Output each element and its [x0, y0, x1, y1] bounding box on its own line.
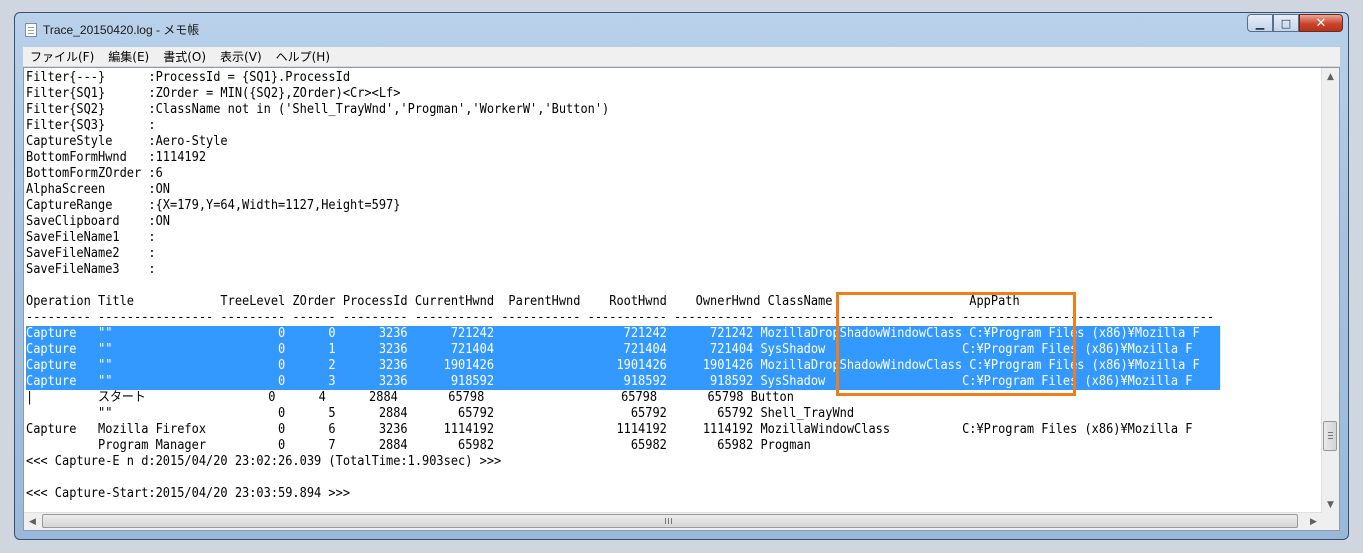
- line-text: CaptureStyle :Aero-Style: [26, 134, 228, 149]
- line-text: Capture Mozilla Firefox 0 6 3236 1114192…: [26, 422, 1193, 437]
- horizontal-scrollbar[interactable]: ◀ ▶: [24, 512, 1322, 530]
- text-line: Filter{SQ1} :ZOrder = MIN({SQ2},ZOrder)<…: [26, 86, 1214, 102]
- text-line: Filter{SQ2} :ClassName not in ('Shell_Tr…: [26, 102, 1214, 118]
- title-bar[interactable]: Trace_20150420.log - メモ帳 ▁ □ ✕: [15, 13, 1348, 47]
- line-text: [26, 470, 33, 485]
- text-line: Filter{SQ3} :: [26, 118, 1214, 134]
- menu-help[interactable]: ヘルプ(H): [269, 48, 337, 65]
- line-text: <<< Capture-E n d:2015/04/20 23:02:26.03…: [26, 454, 502, 469]
- text-line: Capture "" 0 1 3236 721404 721404 721404…: [26, 342, 1221, 358]
- line-text: Program Manager 0 7 2884 65982 65982 659…: [26, 438, 811, 453]
- text-line: Capture "" 0 0 3236 721242 721242 721242…: [26, 326, 1221, 342]
- line-text: Filter{SQ1} :ZOrder = MIN({SQ2},ZOrder)<…: [26, 86, 401, 101]
- text-line: Capture "" 0 3 3236 918592 918592 918592…: [26, 374, 1221, 390]
- menu-view[interactable]: 表示(V): [213, 48, 269, 65]
- text-line: AlphaScreen :ON: [26, 182, 1214, 198]
- line-text: Filter{SQ3} :: [26, 118, 156, 133]
- line-text: Capture "" 0 2 3236 1901426 1901426 1901…: [26, 358, 1200, 373]
- horizontal-scroll-thumb[interactable]: [42, 514, 1298, 528]
- menu-bar: ファイル(F) 編集(E) 書式(O) 表示(V) ヘルプ(H): [23, 47, 1340, 67]
- text-line: [26, 470, 1214, 486]
- maximize-button[interactable]: □: [1273, 14, 1299, 32]
- text-line: [26, 278, 1214, 294]
- line-text: AlphaScreen :ON: [26, 182, 171, 197]
- line-text: CaptureRange :{X=179,Y=64,Width=1127,Hei…: [26, 198, 401, 213]
- line-text: "" 0 5 2884 65792 65792 65792 Shell_Tray…: [26, 406, 855, 421]
- text-line: CaptureStyle :Aero-Style: [26, 134, 1214, 150]
- line-text: SaveClipboard :ON: [26, 214, 171, 229]
- text-line: SaveFileName1 :: [26, 230, 1214, 246]
- text-line: CaptureRange :{X=179,Y=64,Width=1127,Hei…: [26, 198, 1214, 214]
- menu-edit[interactable]: 編集(E): [101, 48, 156, 65]
- text-line: BottomFormZOrder :6: [26, 166, 1214, 182]
- line-text: [26, 278, 33, 293]
- text-line: Program Manager 0 7 2884 65982 65982 659…: [26, 438, 1214, 454]
- text-line: Capture Mozilla Firefox 0 6 3236 1114192…: [26, 422, 1214, 438]
- text-line: Capture "" 0 2 3236 1901426 1901426 1901…: [26, 358, 1221, 374]
- text-line: | スタート 0 4 2884 65798 65798 65798 Button: [26, 390, 1214, 406]
- line-text: SaveFileName2 :: [26, 246, 156, 261]
- scrollbar-corner: [1322, 513, 1339, 530]
- line-text: Capture "" 0 0 3236 721242 721242 721242…: [26, 326, 1200, 341]
- line-text: Filter{SQ2} :ClassName not in ('Shell_Tr…: [26, 102, 610, 117]
- line-text: SaveFileName1 :: [26, 230, 156, 245]
- line-text: BottomFormZOrder :6: [26, 166, 163, 181]
- line-text: SaveFileName3 :: [26, 262, 156, 277]
- notepad-icon: [25, 23, 37, 37]
- text-line: BottomFormHwnd :1114192: [26, 150, 1214, 166]
- line-text: --------- ---------------- --------- ---…: [26, 310, 1215, 325]
- text-line: --------- ---------------- --------- ---…: [26, 310, 1214, 326]
- line-text: Operation Title TreeLevel ZOrder Process…: [26, 294, 1020, 309]
- text-line: "" 0 5 2884 65792 65792 65792 Shell_Tray…: [26, 406, 1214, 422]
- text-line: <<< Capture-E n d:2015/04/20 23:02:26.03…: [26, 454, 1214, 470]
- scroll-up-arrow-icon[interactable]: ▲: [1322, 68, 1339, 85]
- menu-file[interactable]: ファイル(F): [23, 48, 101, 65]
- line-text: | スタート 0 4 2884 65798 65798 65798 Button: [26, 390, 794, 405]
- text-editor[interactable]: Filter{---} :ProcessId = {SQ1}.ProcessId…: [24, 68, 1322, 513]
- minimize-button[interactable]: ▁: [1247, 14, 1273, 32]
- text-line: SaveFileName2 :: [26, 246, 1214, 262]
- text-line: SaveFileName3 :: [26, 262, 1214, 278]
- text-line: <<< Capture-Start:2015/04/20 23:03:59.89…: [26, 486, 1214, 502]
- line-text: Capture "" 0 1 3236 721404 721404 721404…: [26, 342, 1193, 357]
- scroll-down-arrow-icon[interactable]: ▼: [1322, 496, 1339, 513]
- text-line: Operation Title TreeLevel ZOrder Process…: [26, 294, 1214, 310]
- line-text: Capture "" 0 3 3236 918592 918592 918592…: [26, 374, 1193, 389]
- line-text: <<< Capture-Start:2015/04/20 23:03:59.89…: [26, 486, 351, 501]
- text-line: SaveClipboard :ON: [26, 214, 1214, 230]
- vertical-scroll-thumb[interactable]: [1323, 421, 1337, 451]
- caption-buttons: ▁ □ ✕: [1247, 14, 1343, 32]
- scroll-right-arrow-icon[interactable]: ▶: [1305, 513, 1322, 530]
- editor-area: Filter{---} :ProcessId = {SQ1}.ProcessId…: [23, 67, 1340, 531]
- notepad-window: Trace_20150420.log - メモ帳 ▁ □ ✕ ファイル(F) 編…: [14, 12, 1349, 540]
- close-button[interactable]: ✕: [1299, 14, 1343, 32]
- line-text: Filter{---} :ProcessId = {SQ1}.ProcessId: [26, 70, 351, 85]
- menu-format[interactable]: 書式(O): [156, 48, 213, 65]
- text-lines: Filter{---} :ProcessId = {SQ1}.ProcessId…: [26, 70, 1221, 502]
- vertical-scrollbar[interactable]: ▲ ▼: [1321, 68, 1339, 513]
- scroll-left-arrow-icon[interactable]: ◀: [24, 513, 41, 530]
- window-title: Trace_20150420.log - メモ帳: [43, 23, 200, 37]
- text-line: Filter{---} :ProcessId = {SQ1}.ProcessId: [26, 70, 1214, 86]
- line-text: BottomFormHwnd :1114192: [26, 150, 207, 165]
